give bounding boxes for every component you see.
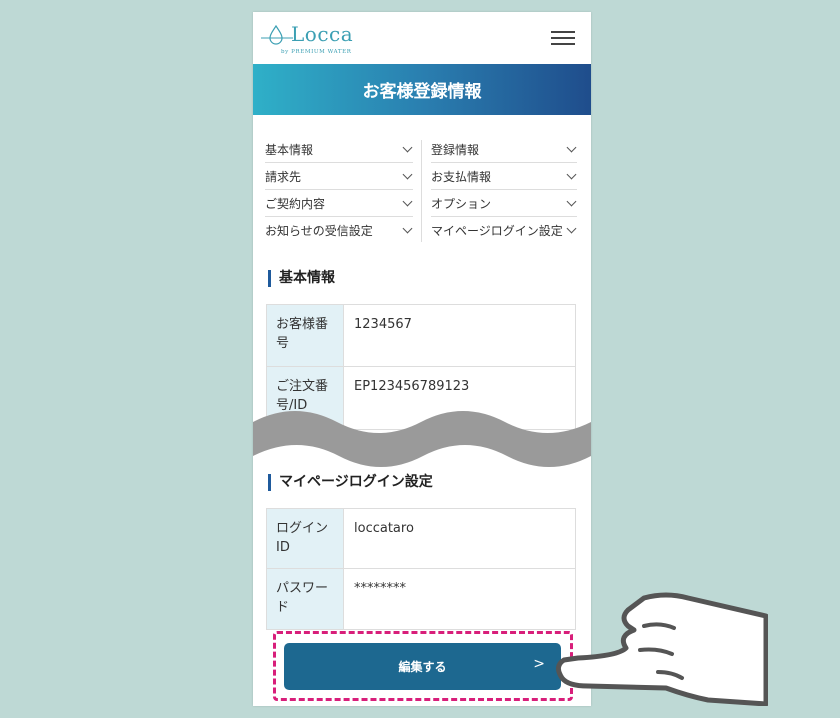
row-value: ******** <box>354 581 406 596</box>
chevron-down-icon <box>566 169 577 180</box>
pointing-hand-icon <box>556 592 768 706</box>
page-title: お客様登録情報 <box>362 82 482 102</box>
nav-item-billing[interactable]: 請求先 <box>265 163 413 189</box>
table-row: ログインID loccataro <box>267 509 575 569</box>
water-drop-logo-icon <box>261 24 293 45</box>
nav-item-basic-info[interactable]: 基本情報 <box>265 136 413 162</box>
nav-item-payment-info[interactable]: お支払情報 <box>431 163 577 189</box>
nav-item-options[interactable]: オプション <box>431 190 577 216</box>
nav-item-contract[interactable]: ご契約内容 <box>265 190 413 216</box>
chevron-down-icon <box>566 142 577 153</box>
chevron-down-icon <box>402 169 413 180</box>
nav-divider <box>421 140 422 242</box>
nav-item-label: ご契約内容 <box>265 196 326 211</box>
logo-subtitle: by PREMIUM WATER <box>281 49 352 55</box>
site-header: Locca by PREMIUM WATER <box>253 12 591 64</box>
row-value: 1234567 <box>354 317 412 332</box>
chevron-down-icon <box>402 223 413 234</box>
row-label: ログインID <box>267 509 344 568</box>
nav-item-notifications[interactable]: お知らせの受信設定 <box>265 217 413 243</box>
edit-button-highlight <box>273 631 573 701</box>
login-settings-table: ログインID loccataro パスワード ******** <box>266 508 576 630</box>
row-label: パスワード <box>267 569 344 629</box>
nav-item-label: 登録情報 <box>431 142 480 157</box>
chevron-down-icon <box>566 223 577 234</box>
nav-item-label: 基本情報 <box>265 142 314 157</box>
logo-wordmark: Locca <box>291 22 354 46</box>
section-title-basic-info: 基本情報 <box>268 270 335 287</box>
nav-item-label: オプション <box>431 196 492 211</box>
nav-item-label: マイページログイン設定 <box>431 223 563 238</box>
nav-item-login-settings[interactable]: マイページログイン設定 <box>431 217 577 243</box>
phone-screen: Locca by PREMIUM WATER お客様登録情報 基本情報 登録情報… <box>253 12 591 706</box>
row-label: お客様番号 <box>267 305 344 366</box>
table-row: お客様番号 1234567 <box>267 305 575 367</box>
section-title-login-settings: マイページログイン設定 <box>268 474 433 491</box>
nav-item-label: 請求先 <box>265 169 302 184</box>
table-row: パスワード ******** <box>267 569 575 629</box>
row-value: loccataro <box>354 521 414 536</box>
chevron-down-icon <box>402 196 413 207</box>
nav-item-registration-info[interactable]: 登録情報 <box>431 136 577 162</box>
page-title-banner: お客様登録情報 <box>253 64 591 115</box>
hamburger-menu-icon[interactable] <box>551 29 577 47</box>
nav-item-label: お支払情報 <box>431 169 492 184</box>
chevron-down-icon <box>566 196 577 207</box>
nav-item-label: お知らせの受信設定 <box>265 223 373 238</box>
chevron-down-icon <box>402 142 413 153</box>
locca-logo[interactable]: Locca by PREMIUM WATER <box>261 18 361 60</box>
